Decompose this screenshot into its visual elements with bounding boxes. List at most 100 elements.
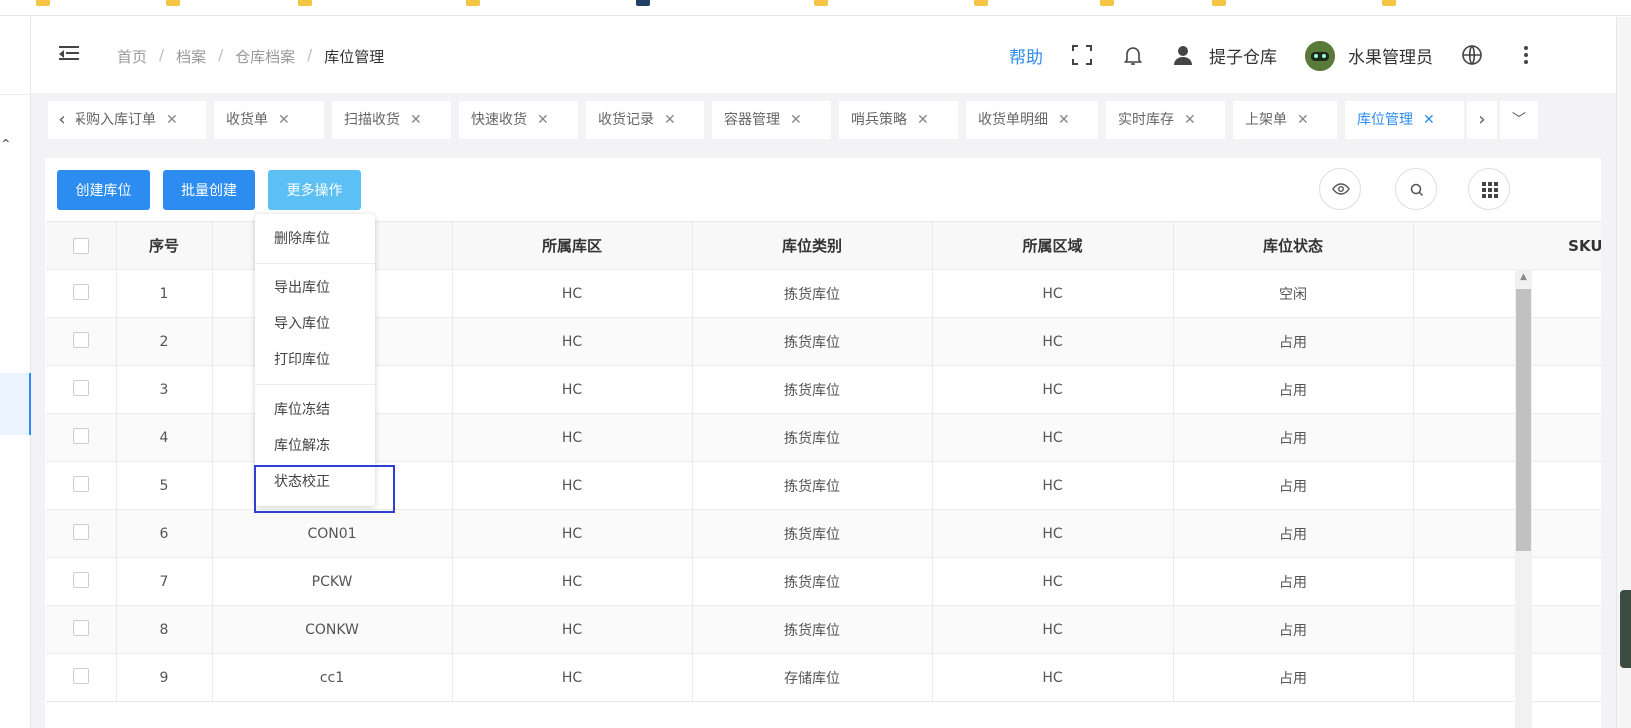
bookmark-folder-icon[interactable] [1212, 0, 1226, 6]
batch-create-button[interactable]: 批量创建 [163, 170, 255, 210]
cell-area: HC [932, 509, 1174, 558]
bookmark-folder-icon[interactable] [298, 0, 312, 6]
menu-collapse-icon[interactable] [59, 46, 81, 64]
row-checkbox[interactable] [46, 365, 117, 414]
bookmark-folder-icon[interactable] [1382, 0, 1396, 6]
user-icon[interactable] [1172, 44, 1196, 68]
tab-purchase-inbound[interactable]: 采购入库订单 ✕ [76, 101, 206, 139]
close-icon[interactable]: ✕ [410, 112, 422, 128]
cell-area: HC [932, 557, 1174, 606]
help-link[interactable]: 帮助 [1009, 43, 1043, 68]
breadcrumb-home[interactable]: 首页 [117, 46, 147, 67]
header: 首页 / 档案 / 仓库档案 / 库位管理 帮助 提子仓库 水果管理员 [31, 17, 1616, 93]
select-all-checkbox[interactable] [46, 221, 117, 270]
tab-label: 采购入库订单 [76, 112, 156, 128]
tab-sentinel-strategy[interactable]: 哨兵策略 ✕ [839, 101, 958, 139]
sidebar: ⌃ [0, 17, 31, 728]
tab-scan-receive[interactable]: 扫描收货 ✕ [332, 101, 451, 139]
bookmark-folder-icon[interactable] [974, 0, 988, 6]
menu-item-export-location[interactable]: 导出库位 [255, 270, 375, 306]
bell-icon[interactable] [1122, 44, 1146, 68]
cell-index: 5 [116, 461, 213, 510]
menu-item-import-location[interactable]: 导入库位 [255, 306, 375, 342]
row-checkbox[interactable] [46, 461, 117, 510]
close-icon[interactable]: ✕ [537, 112, 549, 128]
close-icon[interactable]: ✕ [1184, 112, 1196, 128]
chevron-up-icon[interactable]: ⌃ [0, 137, 12, 153]
bookmark-folder-icon[interactable] [36, 0, 50, 6]
tab-scroll-left-icon[interactable]: ‹ [48, 101, 76, 139]
tab-label: 扫描收货 [344, 112, 400, 128]
breadcrumb-warehouse-archive[interactable]: 仓库档案 [235, 46, 295, 67]
tab-receipt-records[interactable]: 收货记录 ✕ [586, 101, 704, 139]
sidebar-item-active[interactable] [0, 373, 31, 435]
close-icon[interactable]: ✕ [278, 112, 290, 128]
bookmark-folder-icon[interactable] [166, 0, 180, 6]
cell-status: 占用 [1173, 461, 1414, 510]
chevron-down-icon[interactable]: ﹀ [1500, 101, 1538, 139]
create-location-button[interactable]: 创建库位 [57, 170, 150, 210]
side-widget[interactable] [1620, 590, 1631, 668]
row-checkbox[interactable] [46, 557, 117, 606]
scrollbar-thumb[interactable] [1516, 289, 1531, 551]
cell-zone: HC [452, 413, 693, 462]
table-row[interactable]: 8 CONKW HC 拣货库位 HC 占用 [46, 605, 1601, 654]
more-actions-button[interactable]: 更多操作 [268, 170, 361, 210]
scroll-up-icon[interactable]: ▲ [1515, 271, 1532, 283]
tab-label: 快速收货 [471, 112, 527, 128]
table-row[interactable]: 7 PCKW HC 拣货库位 HC 占用 [46, 557, 1601, 606]
tab-receipt[interactable]: 收货单 ✕ [214, 101, 324, 139]
menu-item-unfreeze-location[interactable]: 库位解冻 [255, 428, 375, 464]
close-icon[interactable]: ✕ [1423, 112, 1435, 128]
tab-label: 收货单 [226, 112, 268, 128]
row-checkbox[interactable] [46, 605, 117, 654]
cell-status: 占用 [1173, 509, 1414, 558]
row-checkbox[interactable] [46, 269, 117, 318]
warehouse-selector[interactable]: 提子仓库 [1209, 43, 1277, 68]
row-checkbox[interactable] [46, 413, 117, 462]
menu-item-freeze-location[interactable]: 库位冻结 [255, 392, 375, 428]
tab-label: 容器管理 [724, 112, 780, 128]
tab-quick-receive[interactable]: 快速收货 ✕ [459, 101, 578, 139]
globe-icon[interactable] [1461, 44, 1485, 68]
close-icon[interactable]: ✕ [1297, 112, 1309, 128]
tab-location-management[interactable]: 库位管理 ✕ [1345, 101, 1464, 139]
cell-area: HC [932, 653, 1174, 702]
close-icon[interactable]: ✕ [790, 112, 802, 128]
breadcrumb: 首页 / 档案 / 仓库档案 / 库位管理 [117, 46, 384, 67]
row-checkbox[interactable] [46, 509, 117, 558]
cell-status: 占用 [1173, 413, 1414, 462]
column-visibility-button[interactable] [1319, 168, 1361, 210]
tab-container-management[interactable]: 容器管理 ✕ [712, 101, 831, 139]
table-row[interactable]: 9 cc1 HC 存储库位 HC 占用 [46, 653, 1601, 702]
close-icon[interactable]: ✕ [664, 112, 676, 128]
menu-item-print-location[interactable]: 打印库位 [255, 342, 375, 378]
user-name[interactable]: 水果管理员 [1348, 43, 1433, 68]
more-actions-dropdown: 删除库位 导出库位 导入库位 打印库位 库位冻结 库位解冻 状态校正 [255, 214, 375, 506]
close-icon[interactable]: ✕ [166, 112, 178, 128]
tab-realtime-inventory[interactable]: 实时库存 ✕ [1106, 101, 1225, 139]
breadcrumb-archive[interactable]: 档案 [176, 46, 206, 67]
tab-receipt-details[interactable]: 收货单明细 ✕ [966, 101, 1098, 139]
fullscreen-icon[interactable] [1071, 44, 1095, 68]
close-icon[interactable]: ✕ [917, 112, 929, 128]
cell-index: 8 [116, 605, 213, 654]
row-checkbox[interactable] [46, 653, 117, 702]
table-row[interactable]: 6 CON01 HC 拣货库位 HC 占用 [46, 509, 1601, 558]
cell-zone: HC [452, 653, 693, 702]
tab-putaway[interactable]: 上架单 ✕ [1233, 101, 1337, 139]
bookmark-folder-icon[interactable] [1100, 0, 1114, 6]
cell-sku [1413, 461, 1601, 510]
bookmark-folder-icon[interactable] [466, 0, 480, 6]
search-button[interactable] [1395, 168, 1437, 210]
tab-scroll-right-icon[interactable]: › [1467, 101, 1497, 139]
close-icon[interactable]: ✕ [1058, 112, 1070, 128]
cell-location-type: 拣货库位 [692, 269, 933, 318]
bookmark-folder-icon[interactable] [814, 0, 828, 6]
bookmark-chart-icon[interactable] [636, 0, 650, 6]
row-checkbox[interactable] [46, 317, 117, 366]
more-vertical-icon[interactable] [1515, 44, 1539, 68]
menu-item-delete-location[interactable]: 删除库位 [255, 221, 375, 257]
avatar[interactable] [1305, 41, 1335, 71]
column-settings-button[interactable] [1468, 168, 1510, 210]
